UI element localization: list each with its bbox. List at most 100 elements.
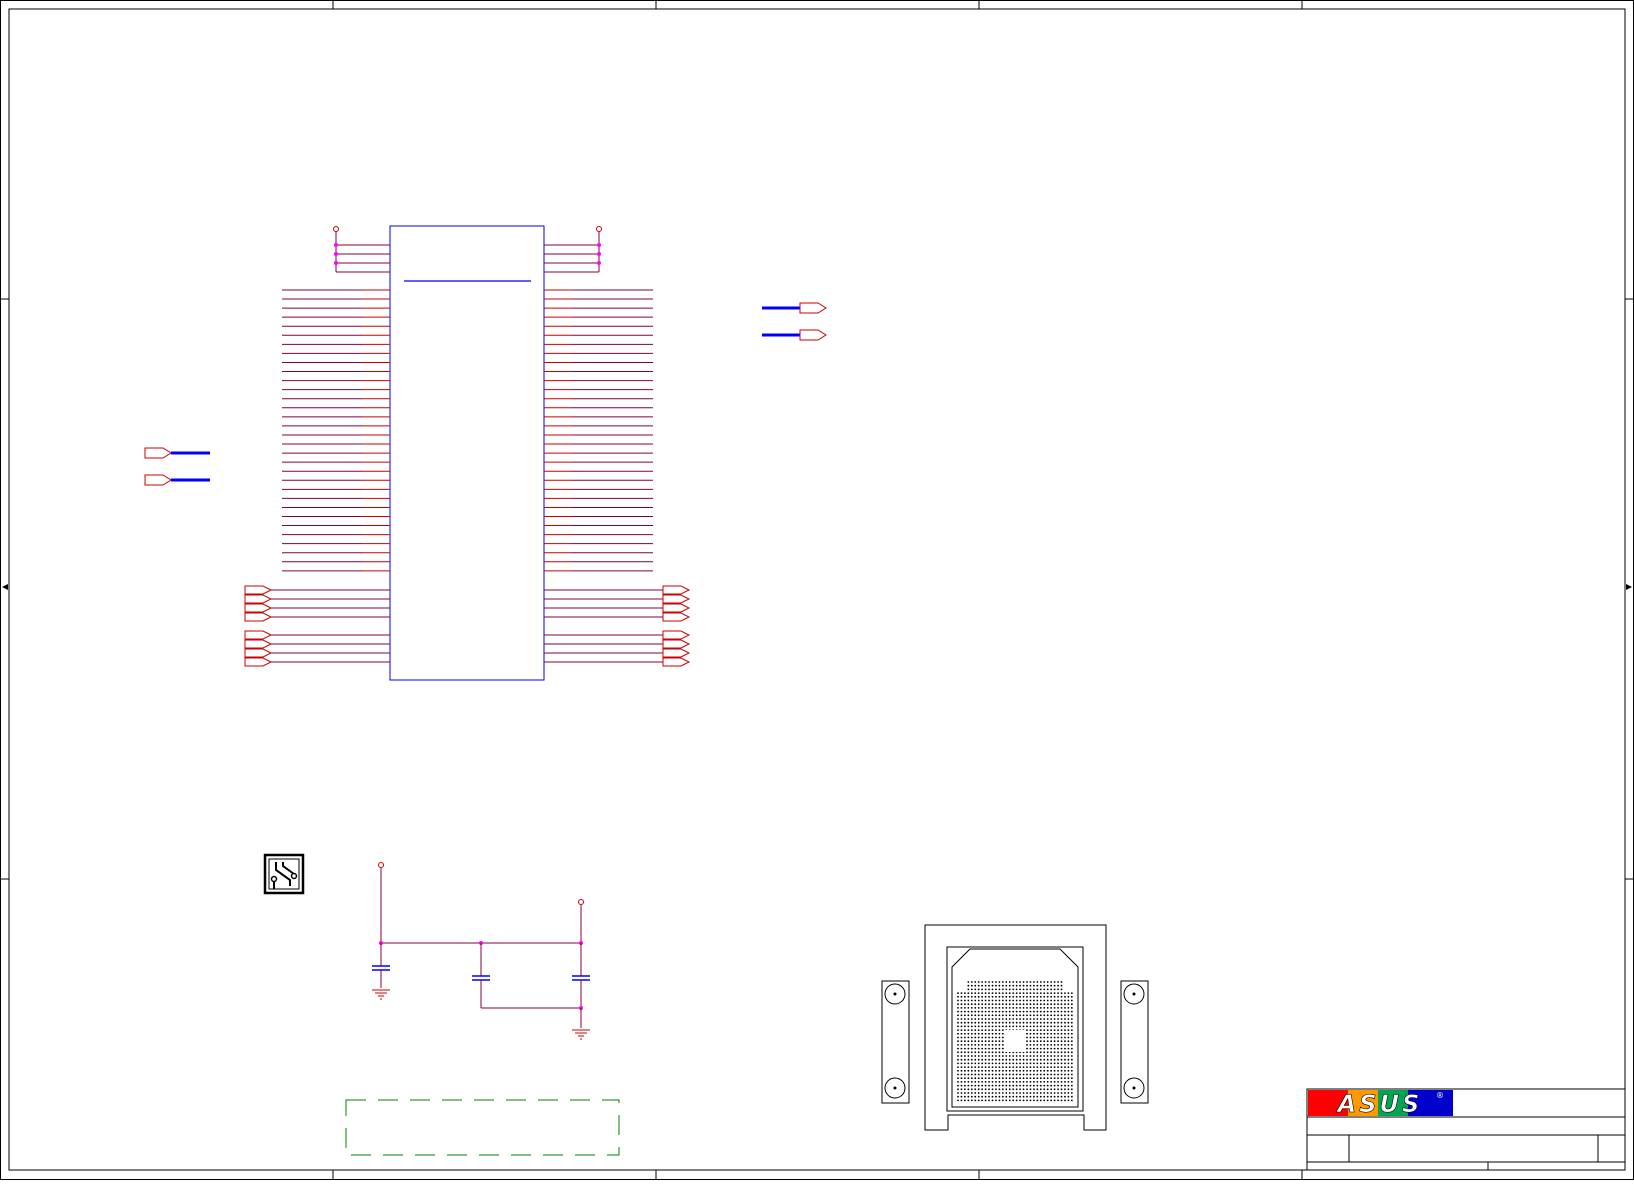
socket-pin [1029, 1044, 1032, 1046]
socket-pin [981, 1032, 984, 1035]
socket-pin [988, 1051, 990, 1054]
socket-pin [1012, 1077, 1015, 1080]
socket-pin [1001, 984, 1004, 987]
socket-pin [1039, 1092, 1042, 1094]
socket-pin [1043, 1055, 1046, 1057]
socket-pin [977, 1095, 980, 1098]
socket-pin [1001, 1073, 1004, 1076]
socket-pin [981, 1021, 984, 1024]
socket-pin [1029, 1088, 1032, 1091]
socket-pin [988, 1025, 990, 1028]
socket-pin [991, 1069, 994, 1072]
socket-pin [967, 1099, 970, 1102]
socket-pin [1012, 1014, 1015, 1017]
offpage-connector-icon [662, 585, 691, 595]
socket-pin [984, 1010, 987, 1013]
socket-pin [1001, 1077, 1004, 1080]
socket-pin [995, 1077, 997, 1080]
socket-pin [1012, 1066, 1015, 1068]
socket-pin [960, 1069, 963, 1072]
socket-pin [1036, 1066, 1039, 1068]
socket-pin [1060, 1081, 1063, 1083]
socket-pin [1012, 999, 1015, 1002]
socket-pin [998, 1084, 1001, 1087]
socket-pin [998, 1036, 1001, 1039]
socket-pin [1001, 1010, 1004, 1013]
socket-pin [1029, 1092, 1032, 1094]
socket-pin [995, 1036, 997, 1039]
socket-pin [1005, 1099, 1008, 1102]
socket-pin [1005, 984, 1008, 987]
socket-pin [957, 1021, 959, 1024]
socket-pin [1001, 1018, 1004, 1020]
socket-pin [1046, 1073, 1049, 1076]
socket-pin [1012, 1018, 1015, 1020]
socket-pin [964, 992, 966, 994]
socket-pin [974, 1055, 977, 1057]
socket-pin [1046, 1062, 1049, 1065]
socket-pin [981, 1044, 984, 1046]
socket-pin [1036, 1003, 1039, 1006]
socket-pin [1019, 1003, 1021, 1006]
socket-pin [995, 1014, 997, 1017]
socket-pin [977, 1044, 980, 1046]
socket-pin [967, 1040, 970, 1043]
socket-pin [1067, 1047, 1070, 1050]
socket-pin [1022, 1099, 1025, 1102]
socket-pin [1029, 1029, 1032, 1031]
socket-pin [970, 1066, 973, 1068]
socket-pin [1070, 1088, 1073, 1091]
socket-pin [1043, 1003, 1046, 1006]
socket-pin [1067, 1025, 1070, 1028]
socket-pin [1026, 1003, 1028, 1006]
socket-pin [991, 1003, 994, 1006]
power-port-right [596, 226, 602, 272]
socket-pin [1022, 984, 1025, 987]
socket-pin [1070, 1044, 1073, 1046]
power-port-icon [578, 899, 584, 905]
socket-pin [1050, 1092, 1053, 1094]
socket-pin [964, 1088, 966, 1091]
socket-pin [1070, 1051, 1073, 1054]
offpage-connector-icon [244, 657, 273, 667]
socket-pin [1008, 1088, 1011, 1091]
socket-pin [967, 1007, 970, 1009]
socket-pin [1005, 1066, 1008, 1068]
socket-pin [995, 1058, 997, 1061]
socket-pin [1053, 1025, 1056, 1028]
socket-pin [1060, 992, 1063, 994]
socket-pin [1022, 1081, 1025, 1083]
socket-pin [1015, 1055, 1018, 1057]
socket-pin [974, 988, 977, 991]
socket-pin [1043, 1058, 1046, 1061]
socket-pin [964, 1032, 966, 1035]
socket-pin [1033, 1081, 1035, 1083]
socket-pin [988, 999, 990, 1002]
socket-pin [1039, 1058, 1042, 1061]
socket-pin [1050, 1029, 1053, 1031]
socket-pin [970, 995, 973, 998]
socket-pin [977, 1069, 980, 1072]
socket-pin [1064, 1055, 1066, 1057]
socket-pin [1053, 1007, 1056, 1009]
socket-pin [974, 981, 977, 983]
socket-pin [1060, 1095, 1063, 1098]
socket-pin [998, 1044, 1001, 1046]
socket-pin [981, 992, 984, 994]
socket-pin [1033, 984, 1035, 987]
socket-pin [967, 1003, 970, 1006]
socket-pin [1029, 988, 1032, 991]
socket-pin [1033, 1044, 1035, 1046]
socket-pin [1015, 1025, 1018, 1028]
socket-pin [974, 1014, 977, 1017]
socket-pin [960, 1099, 963, 1102]
socket-pin [1039, 1003, 1042, 1006]
socket-pin [1001, 981, 1004, 983]
socket-pin [991, 1032, 994, 1035]
socket-pin [1057, 1081, 1059, 1083]
socket-pin [1001, 988, 1004, 991]
socket-pin [967, 984, 970, 987]
socket-pin [995, 1018, 997, 1020]
socket-pin [991, 1062, 994, 1065]
junction-dot [334, 261, 338, 265]
